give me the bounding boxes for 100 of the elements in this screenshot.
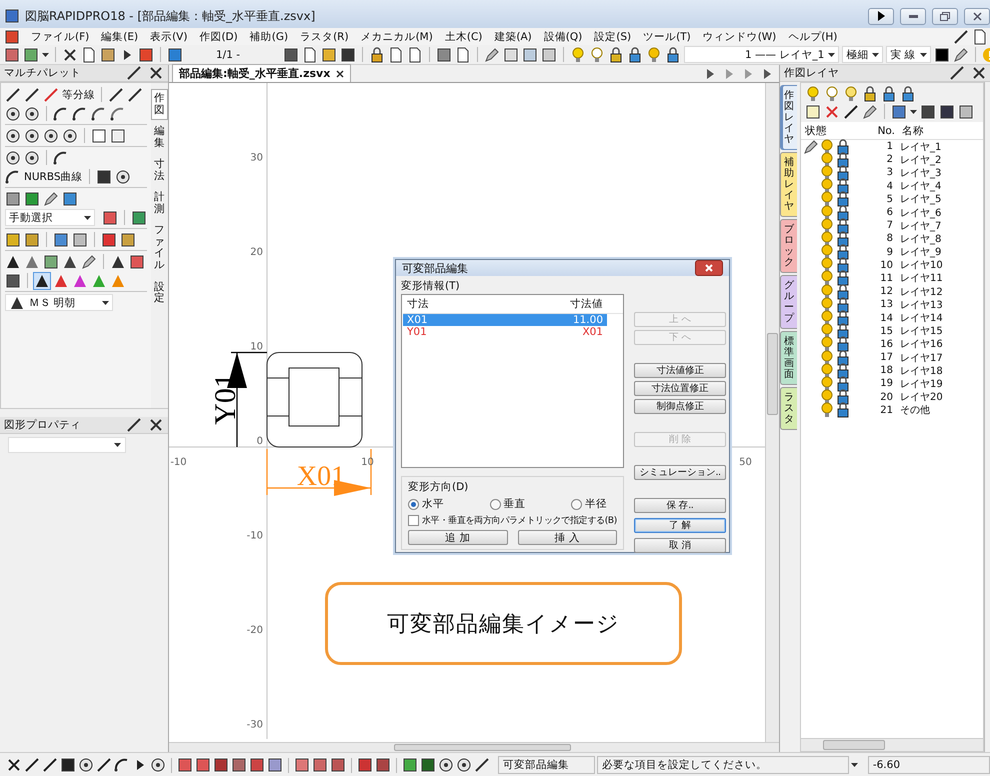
column-header[interactable]: 状態 [801,124,867,138]
dialog-button[interactable]: 寸法位置修正 [634,381,726,396]
delete-icon[interactable] [824,104,840,120]
arc-icon[interactable] [91,106,107,122]
layer-name[interactable]: レイヤ_7 [896,218,942,233]
unlock-icon[interactable] [835,323,851,340]
palette-tab[interactable]: 寸法 [151,155,168,186]
restore-button[interactable] [932,8,958,24]
layer-name[interactable]: レイヤ_8 [896,232,942,246]
snap-icon[interactable] [6,757,22,773]
menu-item[interactable]: ラスタ(R) [299,30,350,44]
unlock-icon[interactable] [835,218,851,234]
palette-tab[interactable]: 計測 [151,188,168,220]
unlock-icon[interactable] [835,389,851,406]
block-icon[interactable] [24,232,40,248]
unlock-icon[interactable] [835,296,851,313]
layer-tab[interactable]: 補助レイヤ [780,152,797,217]
ellipse-icon[interactable] [24,150,40,166]
dialog-button[interactable]: 了 解 [634,518,726,533]
menu-item[interactable]: 設備(Q) [542,30,584,44]
dialog-button[interactable]: 保 存.. [634,498,726,513]
menu-item[interactable]: 補助(G) [248,30,290,44]
close-icon[interactable] [148,65,164,81]
radio-button[interactable] [490,498,500,510]
frame-icon[interactable] [503,46,520,62]
mode-icon[interactable] [195,757,211,773]
mode-icon[interactable] [177,757,193,773]
text-style-icon[interactable] [34,272,50,288]
save-icon[interactable] [340,46,356,62]
layer-tab[interactable]: 標準画面 [780,331,797,385]
unlock-icon[interactable] [835,152,851,168]
bulb-icon[interactable] [819,270,835,286]
edit-icon[interactable] [402,757,418,773]
caret-icon[interactable] [42,52,49,56]
caret-icon[interactable] [910,110,917,114]
circle-icon[interactable] [5,128,21,144]
caret-icon[interactable] [850,763,858,767]
unlock-icon[interactable] [835,376,851,392]
curve-icon[interactable] [53,150,69,166]
polyline-icon[interactable] [5,86,21,102]
snap-icon[interactable] [60,757,76,773]
arc-icon[interactable] [110,106,126,122]
bulb-icon[interactable] [589,46,606,62]
close-icon[interactable] [148,417,164,433]
circle-icon[interactable] [114,168,131,184]
frame-icon[interactable] [541,46,558,62]
block-icon[interactable] [5,232,21,248]
mode-icon[interactable] [213,757,229,773]
checkbox[interactable] [408,515,419,526]
menu-item[interactable]: ファイル(F) [30,30,90,44]
color-swatch-icon[interactable] [934,46,950,62]
mode-icon[interactable] [330,757,346,773]
circle-icon[interactable] [62,128,78,144]
unlock-icon[interactable] [881,86,897,102]
mode-icon[interactable] [231,757,247,773]
layer-name[interactable]: その他 [896,403,930,418]
arc-icon[interactable] [53,106,69,122]
menu-item[interactable]: 編集(E) [100,30,140,44]
unlock-icon[interactable] [835,350,851,366]
part-drawing[interactable] [266,352,362,448]
unlock-icon[interactable] [835,270,851,286]
radio-button[interactable] [408,498,419,510]
block-icon[interactable] [101,232,117,248]
edit-icon[interactable] [420,757,436,773]
tool-label[interactable]: NURBS曲線 [24,170,83,184]
bulb-icon[interactable] [819,389,835,406]
layer-name[interactable]: レイヤ11 [896,271,943,286]
bulb-icon[interactable] [819,164,835,181]
menu-item[interactable]: ヘルプ(H) [787,30,838,44]
circle-icon[interactable] [24,128,40,144]
layer-tab[interactable]: ラスタ [780,387,797,430]
new-layer-icon[interactable] [805,104,821,120]
palette-tab[interactable]: 編集 [151,122,168,154]
bulb-icon[interactable] [819,376,835,392]
line-type-select[interactable]: 実 線 [886,46,931,63]
mode-icon[interactable] [294,757,310,773]
bulb-icon[interactable] [819,152,835,168]
bulb-icon[interactable] [819,284,835,300]
layer-name[interactable]: レイヤ_6 [896,206,942,220]
dialog-button[interactable]: 追 加 [408,530,508,545]
bulb-icon[interactable] [819,138,835,155]
dimension-list[interactable]: 寸法 寸法値 X01 11.00 Y01 X01 [401,294,624,468]
bulb-icon[interactable] [819,350,835,366]
mode-icon[interactable] [375,757,391,773]
layer-name[interactable]: レイヤ16 [896,337,943,352]
bulb-icon[interactable] [819,323,835,340]
dialog-button[interactable]: 制御点修正 [634,399,726,414]
layer-name[interactable]: レイヤ19 [896,376,943,391]
arrow-button[interactable] [868,8,894,24]
layer-name[interactable]: レイヤ_1 [896,140,942,154]
edit-icon[interactable] [438,757,454,773]
bulb-icon[interactable] [819,230,835,247]
unlock-icon[interactable] [835,336,851,352]
unlock-icon[interactable] [835,310,851,326]
bulb-icon[interactable] [819,310,835,326]
mode-icon[interactable] [249,757,265,773]
bulb-icon[interactable] [819,296,835,313]
dialog-button[interactable]: 取 消 [634,538,726,553]
unlock-icon[interactable] [835,284,851,300]
layer-tab[interactable]: ブロック [780,219,797,273]
